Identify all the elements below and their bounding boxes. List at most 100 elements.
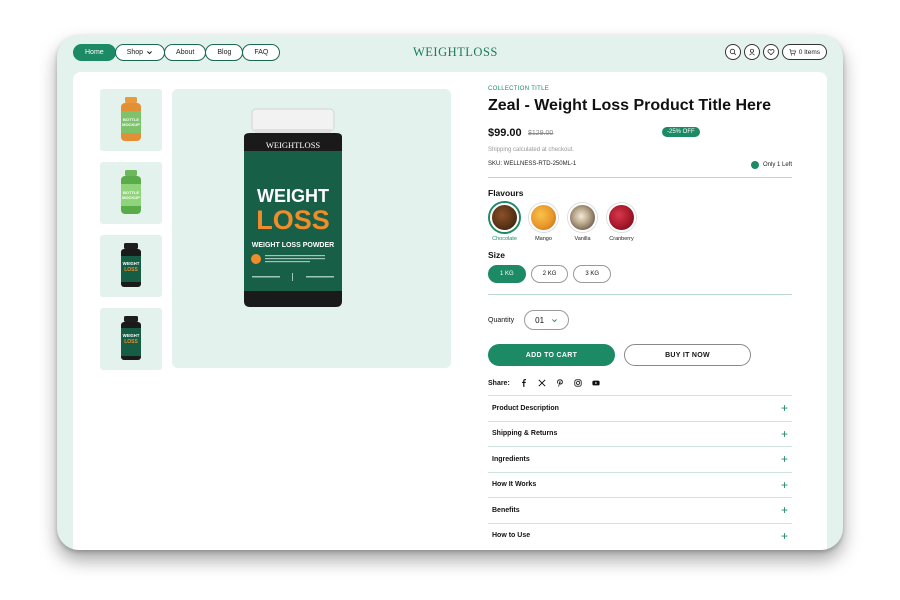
nav-shop[interactable]: Shop	[114, 44, 166, 61]
stock-label: Only 1 Left	[762, 162, 792, 168]
flavour-mango[interactable]: Mango	[527, 203, 560, 242]
accordion-shipping-returns[interactable]: Shipping & Returns +	[488, 420, 792, 447]
divider	[488, 177, 792, 178]
nav-faq[interactable]: FAQ	[242, 44, 281, 61]
cranberry-swatch	[607, 203, 636, 232]
cart-count: 0 Items	[798, 48, 820, 56]
accordion-title: How It Works	[492, 481, 537, 489]
cart-button[interactable]: 0 Items	[781, 44, 827, 60]
bottle-thumbnail-dark: WEIGHT LOSS	[121, 243, 141, 287]
header-actions: 0 Items	[724, 44, 827, 60]
flavour-vanilla[interactable]: Vanilla	[566, 203, 599, 242]
bottle-thumbnail-orange: BOTTLE MOCKUP	[121, 97, 141, 141]
sku: SKU: WELLNESS-RTD-250ML-1	[488, 161, 577, 167]
discount-badge: -25% OFF	[662, 127, 700, 137]
nav-faq-label: FAQ	[254, 49, 269, 56]
plus-icon: +	[780, 477, 788, 492]
thumbnail-list: BOTTLE MOCKUP BOTTLE MOCKUP WEIGHT LOSS …	[100, 89, 162, 381]
accordion-title: Product Description	[492, 404, 559, 412]
size-3kg[interactable]: 3 KG	[573, 265, 612, 283]
plus-icon: +	[780, 528, 788, 543]
bottle-brand: WEIGHTLOSS	[266, 140, 321, 150]
x-twitter-icon[interactable]	[538, 379, 546, 387]
instagram-icon[interactable]	[574, 379, 582, 387]
plus-icon: +	[780, 426, 788, 441]
size-options: 1 KG 2 KG 3 KG	[488, 265, 792, 283]
bottle-line1: WEIGHT	[257, 186, 329, 206]
nav-home[interactable]: Home	[73, 44, 116, 61]
product-page: BOTTLE MOCKUP BOTTLE MOCKUP WEIGHT LOSS …	[73, 72, 827, 550]
quantity-value: 01	[535, 315, 545, 325]
flavour-chocolate[interactable]: Chocolate	[488, 203, 521, 242]
accordion-product-description[interactable]: Product Description +	[488, 395, 792, 421]
thumbnail-2[interactable]: BOTTLE MOCKUP	[100, 162, 162, 224]
main-product-image[interactable]: WEIGHTLOSS WEIGHT LOSS WEIGHT LOSS POWDE…	[172, 89, 451, 368]
flavour-mango-label: Mango	[535, 236, 552, 242]
site-logo[interactable]: WEIGHTLOSS	[413, 45, 498, 60]
quantity-select[interactable]: 01	[524, 310, 570, 330]
price-row: $99.00 $129.00 -25% OFF	[488, 127, 792, 143]
product-title: Zeal - Weight Loss Product Title Here	[488, 97, 772, 114]
product-info: COLLECTION TITLE Zeal - Weight Loss Prod…	[488, 86, 792, 548]
thumb-4-line1: WEIGHT	[123, 333, 140, 338]
thumb-3-line1: WEIGHT	[123, 261, 140, 266]
main-nav: Home Shop About Blog FAQ	[73, 44, 281, 61]
accordion-benefits[interactable]: Benefits +	[488, 497, 792, 523]
thumb-2-line2: MOCKUP	[122, 195, 140, 200]
bottle-line2: LOSS	[256, 205, 330, 235]
product-accordion: Product Description + Shipping & Returns +…	[488, 395, 792, 548]
bottle-subtitle: WEIGHT LOSS POWDER	[252, 242, 334, 249]
size-1kg[interactable]: 1 KG	[488, 265, 526, 283]
thumb-3-line2: LOSS	[124, 267, 138, 273]
accordion-title: How to Use	[492, 532, 531, 540]
size-label: Size	[488, 250, 506, 260]
bottle-thumbnail-green: BOTTLE MOCKUP	[121, 170, 141, 214]
accordion-ingredients[interactable]: Ingredients +	[488, 446, 792, 472]
accordion-how-to-use[interactable]: How to Use +	[488, 522, 792, 549]
nav-shop-label: Shop	[126, 49, 144, 56]
plus-icon: +	[780, 503, 788, 518]
shipping-note: Shipping calculated at checkout.	[488, 147, 575, 153]
user-icon	[748, 48, 755, 56]
facebook-icon[interactable]	[520, 379, 528, 387]
compare-at-price: $129.00	[528, 130, 554, 137]
thumbnail-1[interactable]: BOTTLE MOCKUP	[100, 89, 162, 151]
add-to-cart-button[interactable]: ADD TO CART	[488, 344, 615, 366]
accordion-title: Shipping & Returns	[492, 430, 558, 438]
buy-now-button[interactable]: BUY IT NOW	[624, 344, 751, 366]
flavour-cranberry[interactable]: Cranberry	[605, 203, 638, 242]
search-button[interactable]	[724, 44, 741, 60]
nav-about[interactable]: About	[164, 44, 207, 61]
nav-blog-label: Blog	[217, 49, 232, 56]
cart-icon	[789, 48, 796, 55]
product-bottle-image: WEIGHTLOSS WEIGHT LOSS WEIGHT LOSS POWDE…	[244, 108, 342, 307]
mango-swatch	[529, 203, 558, 232]
wishlist-button[interactable]	[762, 44, 779, 60]
stock-indicator: Only 1 Left	[750, 161, 792, 169]
youtube-icon[interactable]	[592, 379, 600, 387]
vanilla-swatch	[568, 203, 597, 232]
flavour-vanilla-label: Vanilla	[574, 236, 591, 242]
browser-frame: Home Shop About Blog FAQ WEIGHTLOSS 0 It…	[57, 35, 843, 550]
sku-row: SKU: WELLNESS-RTD-250ML-1 Only 1 Left	[488, 161, 792, 171]
stock-dot-icon	[750, 161, 759, 169]
chevron-down-icon	[552, 318, 557, 322]
share-row: Share:	[488, 379, 792, 387]
flavours-label: Flavours	[488, 188, 524, 198]
accordion-how-it-works[interactable]: How It Works +	[488, 471, 792, 498]
nav-blog[interactable]: Blog	[205, 44, 244, 61]
accordion-title: Ingredients	[492, 455, 530, 463]
pinterest-icon[interactable]	[556, 379, 564, 387]
account-button[interactable]	[743, 44, 760, 60]
heart-icon	[767, 49, 775, 56]
size-2kg[interactable]: 2 KG	[530, 265, 569, 283]
thumbnail-4[interactable]: WEIGHT LOSS	[100, 308, 162, 370]
flavour-cranberry-label: Cranberry	[609, 236, 634, 242]
quantity-row: Quantity 01	[488, 310, 792, 330]
quantity-label: Quantity	[488, 316, 515, 324]
collection-title[interactable]: COLLECTION TITLE	[488, 86, 792, 92]
thumbnail-3[interactable]: WEIGHT LOSS	[100, 235, 162, 297]
flavour-options: Chocolate Mango Vanilla Cranberry	[488, 203, 792, 242]
chevron-down-icon	[147, 51, 153, 55]
thumb-4-line2: LOSS	[124, 339, 138, 345]
